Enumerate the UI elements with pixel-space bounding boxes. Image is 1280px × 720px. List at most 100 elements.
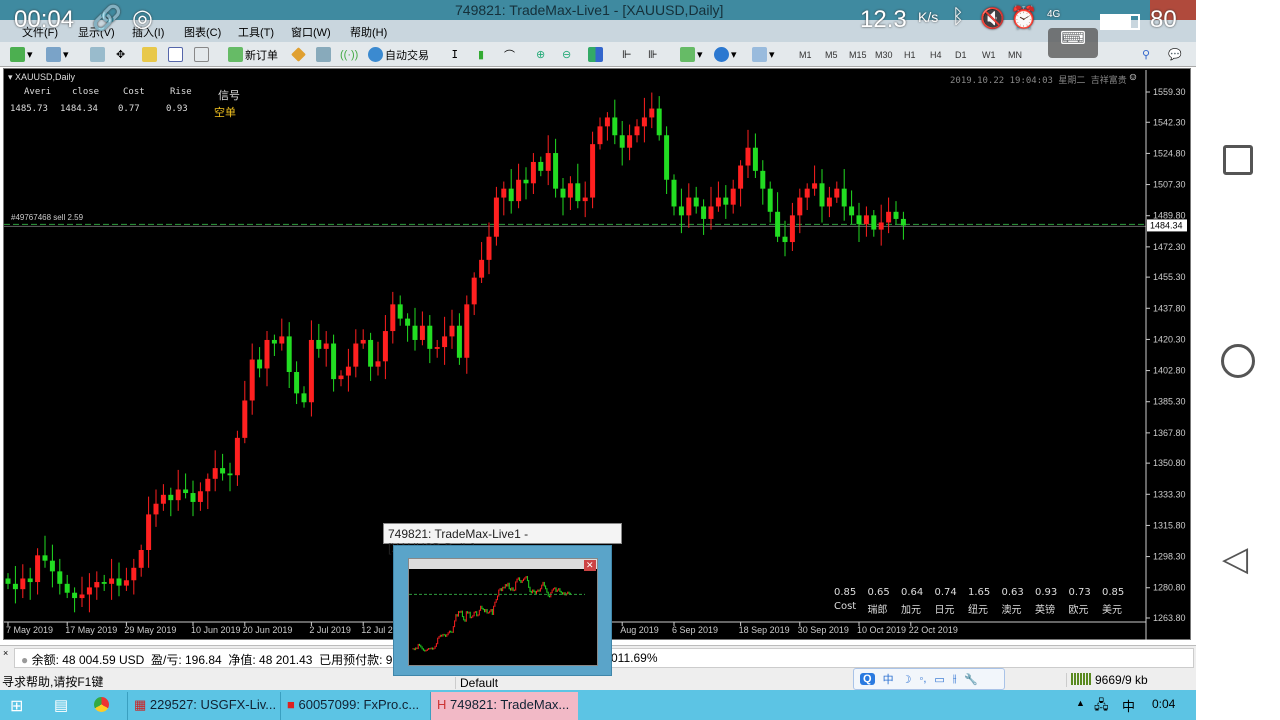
- candle-body: [249, 359, 255, 401]
- price-tick-label: 1437.80: [1153, 303, 1186, 313]
- candle-body: [86, 587, 92, 595]
- candle-body: [286, 336, 292, 372]
- voice-icon[interactable]: ⫲: [953, 673, 957, 686]
- candle-body: [530, 161, 536, 184]
- status-dot-icon: ●: [21, 653, 29, 667]
- home-button[interactable]: [1221, 344, 1255, 378]
- moon-icon[interactable]: ☽: [902, 673, 912, 686]
- equity: 净值: 48 201.43: [228, 653, 313, 667]
- close-terminal-icon[interactable]: ×: [3, 648, 8, 658]
- candle-body: [434, 347, 440, 349]
- candle-body: [101, 582, 107, 584]
- time-tick-label: 6 Sep 2019: [672, 625, 718, 635]
- current-price-label: 1484.34: [1150, 220, 1183, 230]
- candle-body: [849, 206, 855, 216]
- candle-body: [375, 361, 381, 367]
- candle-body: [242, 400, 248, 438]
- candle-body: [723, 197, 729, 205]
- connection-bars-icon: [1071, 673, 1091, 685]
- candle-body: [331, 343, 337, 380]
- candle-body: [323, 343, 329, 349]
- cost-label: 加元: [901, 605, 921, 616]
- fxpro-icon: ■: [287, 697, 295, 712]
- price-tick-label: 1280.80: [1153, 583, 1186, 593]
- balance: 余额: 48 004.59 USD: [31, 653, 145, 667]
- task-usgfx[interactable]: ▦ 229527: USGFX-Liv...: [127, 692, 275, 720]
- cost-value: 0.93: [1035, 587, 1058, 598]
- candle-body: [212, 468, 218, 479]
- candle-body: [501, 188, 507, 198]
- cost-label: 瑞郎: [867, 605, 888, 616]
- candle-body: [871, 215, 877, 230]
- candle-body: [442, 336, 448, 348]
- network-icon[interactable]: 🖧: [1094, 696, 1109, 718]
- task-trademax[interactable]: H 749821: TradeMax...: [430, 692, 578, 720]
- symbol-name: XAUUSD,Daily: [15, 72, 76, 82]
- recent-apps-button[interactable]: [1223, 145, 1253, 175]
- candle-body: [109, 578, 115, 584]
- candle-body: [738, 165, 744, 189]
- cost-value: 0.64: [901, 587, 924, 598]
- candle-body: [49, 560, 55, 572]
- candle-body: [627, 135, 633, 148]
- candle-body: [456, 325, 462, 358]
- ime-mode[interactable]: 中: [883, 671, 894, 687]
- candle-body: [641, 117, 647, 127]
- candle-body: [834, 188, 840, 198]
- time-tick-label: Aug 2019: [620, 625, 659, 635]
- back-button[interactable]: ◁: [1222, 542, 1248, 576]
- candle-body: [464, 304, 470, 358]
- task-label: 60057099: FxPro.c...: [298, 697, 420, 712]
- candle-body: [301, 393, 307, 403]
- candle-body: [279, 336, 285, 344]
- keyboard-icon[interactable]: ▭: [934, 673, 944, 686]
- candle-body: [789, 215, 795, 243]
- candle-body: [634, 126, 640, 136]
- price-tick-label: 1472.30: [1153, 242, 1186, 252]
- tray-expand-icon[interactable]: ▲: [1076, 698, 1085, 708]
- file-explorer-icon[interactable]: ▤: [54, 696, 68, 714]
- value-close: 1484.34: [60, 104, 98, 114]
- candle-body: [656, 108, 662, 136]
- thumbnail-close-icon[interactable]: ✕: [584, 560, 596, 571]
- time-tick-label: 10 Jun 2019: [191, 625, 241, 635]
- trademax-icon: H: [437, 697, 447, 712]
- datetime-text: 2019.10.22 19:04:03 星期二 吉祥富贵: [950, 76, 1127, 86]
- task-fxpro[interactable]: ■ 60057099: FxPro.c...: [280, 692, 428, 720]
- help-hint: 寻求帮助,请按F1键: [2, 675, 104, 689]
- candle-body: [553, 153, 559, 189]
- punctuation-icon[interactable]: ◦,: [919, 673, 926, 685]
- cost-label: 美元: [1102, 605, 1122, 616]
- price-tick-label: 1542.30: [1153, 117, 1186, 127]
- candle-body: [153, 503, 159, 515]
- candle-body: [197, 491, 203, 502]
- value-signal: 空单: [214, 106, 236, 119]
- task-label: 749821: TradeMax...: [450, 697, 570, 712]
- window-thumbnail[interactable]: ✕: [393, 545, 612, 676]
- ime-toolbar: Q 中 ☽ ◦, ▭ ⫲ 🔧: [853, 668, 1005, 690]
- tray-clock[interactable]: 0:04: [1152, 697, 1175, 711]
- profile-name: Default: [455, 677, 498, 689]
- ime-logo-icon[interactable]: Q: [860, 673, 875, 685]
- candle-body: [64, 583, 70, 593]
- value-cost: 0.77: [118, 104, 140, 114]
- tray-language[interactable]: 中: [1122, 696, 1135, 715]
- candle-body: [878, 222, 884, 230]
- candle-body: [42, 555, 48, 561]
- candle-body: [775, 211, 781, 237]
- thumbnail-chart: [409, 575, 585, 652]
- taskbar: ⊞ ▤ ▦ 229527: USGFX-Liv... ■ 60057099: F…: [0, 690, 1196, 720]
- candle-body: [360, 339, 366, 344]
- connection-status: 9669/9 kb: [1066, 673, 1148, 687]
- windows-start-icon[interactable]: ⊞: [10, 696, 23, 716]
- chrome-icon[interactable]: [94, 697, 109, 712]
- candle-body: [693, 197, 699, 207]
- cost-value: 0.85: [834, 587, 857, 598]
- candle-body: [575, 183, 581, 202]
- candle-body: [678, 206, 684, 216]
- candle-body: [131, 567, 137, 581]
- candle-body: [160, 494, 166, 504]
- candle-body: [479, 259, 485, 278]
- candle-body: [368, 339, 374, 367]
- wrench-icon[interactable]: 🔧: [964, 673, 978, 686]
